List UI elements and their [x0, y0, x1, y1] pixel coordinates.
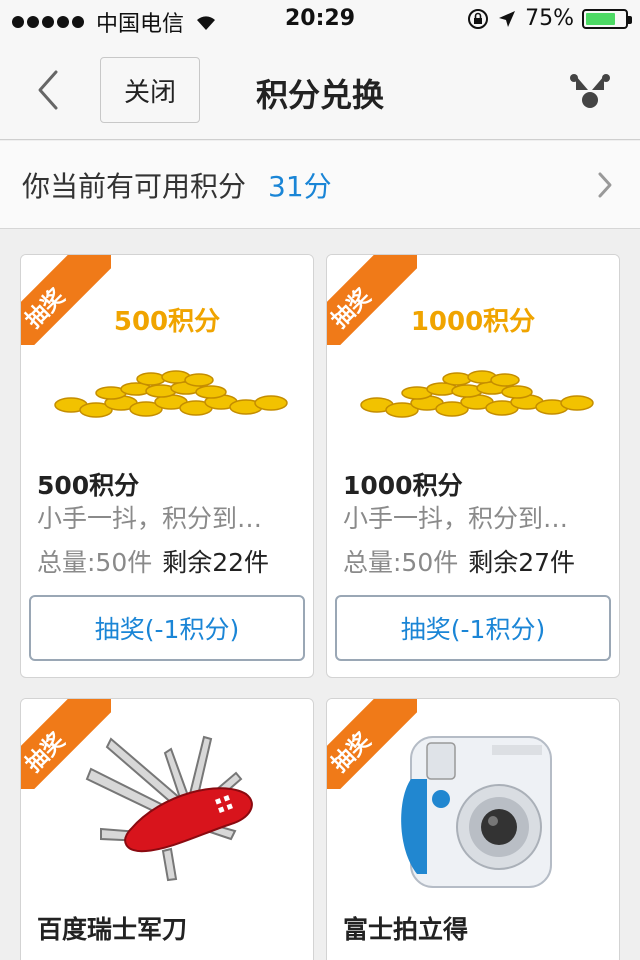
battery-icon [582, 8, 632, 29]
prize-card[interactable]: 1000积分 抽奖 1000积分 小手一抖，积分到… 总量:50件 剩余27件 … [326, 254, 620, 678]
prize-title: 1000积分 [343, 471, 463, 500]
prize-card[interactable]: 抽奖 富士拍立得 [326, 698, 620, 960]
navigation-bar: 关闭 积分兑换 [0, 40, 640, 140]
prize-image: 抽奖 [21, 699, 313, 899]
prize-title: 500积分 [37, 471, 140, 500]
lottery-ribbon: 抽奖 [327, 699, 417, 789]
battery-fill [586, 12, 615, 25]
prize-stock: 总量:50件 剩余27件 [327, 541, 619, 585]
lottery-ribbon: 抽奖 [21, 699, 111, 789]
prize-description: 小手一抖，积分到… [37, 504, 263, 533]
page-title: 积分兑换 [0, 70, 640, 116]
stock-total: 总量:50件 [37, 548, 153, 577]
prize-description: 小手一抖，积分到… [343, 504, 569, 533]
stock-total: 总量:50件 [343, 548, 459, 577]
prize-image: 1000积分 抽奖 [327, 255, 619, 455]
chevron-right-icon [598, 172, 612, 198]
prize-title: 百度瑞士军刀 [37, 915, 188, 944]
stock-remaining: 剩余27件 [468, 548, 576, 577]
lottery-ribbon: 抽奖 [327, 255, 417, 345]
rotation-lock-icon [468, 8, 489, 29]
ribbon-text: 抽奖 [21, 728, 71, 778]
ribbon-text: 抽奖 [327, 284, 377, 334]
share-icon[interactable] [568, 70, 612, 112]
prize-title: 富士拍立得 [343, 915, 469, 944]
prize-image: 500积分 抽奖 [21, 255, 313, 455]
page-title-text: 积分兑换 [255, 76, 384, 114]
stock-remaining: 剩余22件 [162, 548, 270, 577]
location-arrow-icon [499, 10, 516, 27]
prize-stock: 总量:50件 剩余22件 [21, 541, 313, 585]
points-value: 31分 [268, 169, 332, 203]
ribbon-text: 抽奖 [21, 284, 71, 334]
prize-card[interactable]: 500积分 抽奖 500积分 小手一抖，积分到… 总量:50件 剩余22件 抽奖… [20, 254, 314, 678]
status-right: 75% [467, 6, 632, 31]
available-points-row[interactable]: 你当前有可用积分 31分 [0, 141, 640, 229]
battery-percent: 75% [525, 6, 574, 31]
points-label: 你当前有可用积分 [22, 169, 247, 203]
prize-image: 抽奖 [327, 699, 619, 899]
lottery-ribbon: 抽奖 [21, 255, 111, 345]
ribbon-text: 抽奖 [327, 728, 377, 778]
draw-button[interactable]: 抽奖(-1积分) [335, 595, 611, 661]
status-bar: 中国电信 20:29 75% [0, 0, 640, 40]
draw-button[interactable]: 抽奖(-1积分) [29, 595, 305, 661]
prize-card[interactable]: 抽奖 百度瑞士军刀 [20, 698, 314, 960]
